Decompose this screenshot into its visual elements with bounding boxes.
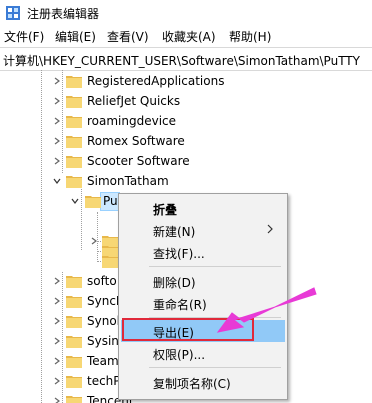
folder-icon <box>66 396 82 403</box>
folder-icon <box>66 276 82 288</box>
tree-node-label[interactable]: techP <box>87 374 121 388</box>
folder-icon <box>66 96 82 108</box>
context-item-label: 查找(F)... <box>153 247 205 261</box>
folder-icon <box>66 376 82 388</box>
chevron-right-icon[interactable] <box>53 317 61 325</box>
menu-separator <box>149 367 281 368</box>
tree-connector <box>81 182 82 250</box>
folder-icon <box>85 196 101 208</box>
tree-node-label[interactable]: Synol <box>87 314 120 328</box>
context-permissions[interactable]: 权限(P)... <box>121 342 285 364</box>
regedit-icon <box>6 6 20 20</box>
menu-view[interactable]: 查看(V) <box>107 28 149 45</box>
folder-icon <box>66 356 82 368</box>
context-delete[interactable]: 删除(D) <box>121 270 285 292</box>
chevron-right-icon[interactable] <box>53 357 61 365</box>
menu-edit[interactable]: 编辑(E) <box>55 28 96 45</box>
tree-node-label-selected[interactable]: Pu <box>103 194 118 208</box>
folder-icon <box>66 316 82 328</box>
context-rename[interactable]: 重命名(R) <box>121 292 285 314</box>
address-path[interactable]: 计算机\HKEY_CURRENT_USER\Software\SimonTath… <box>3 52 360 69</box>
chevron-right-icon[interactable] <box>53 97 61 105</box>
context-find[interactable]: 查找(F)... <box>121 241 285 263</box>
chevron-right-icon[interactable] <box>53 137 61 145</box>
chevron-down-icon[interactable] <box>53 177 61 185</box>
tree-node-label[interactable]: Romex Software <box>87 134 185 148</box>
chevron-right-icon[interactable] <box>53 77 61 85</box>
folder-icon <box>66 176 82 188</box>
menu-separator <box>149 266 281 267</box>
context-menu: 折叠 新建(N) 查找(F)... 删除(D) 重命名(R) 导出(E) 权限(… <box>118 193 288 400</box>
context-item-label: 删除(D) <box>153 276 196 290</box>
tree-node-label[interactable]: softo <box>87 274 117 288</box>
folder-icon <box>66 296 82 308</box>
menu-favorites[interactable]: 收藏夹(A) <box>162 28 216 45</box>
context-copy-key-name[interactable]: 复制项名称(C) <box>121 371 285 393</box>
window-title: 注册表编辑器 <box>27 7 100 21</box>
tree-node-label[interactable]: ReliefJet Quicks <box>87 94 180 108</box>
title-bar: 注册表编辑器 <box>0 0 372 26</box>
context-item-label: 新建(N) <box>153 225 196 239</box>
chevron-down-icon[interactable] <box>71 197 79 205</box>
tree-node-label[interactable]: Sysin <box>87 334 119 348</box>
folder-icon <box>66 116 82 128</box>
context-new[interactable]: 新建(N) <box>121 219 285 241</box>
tree-node-label[interactable]: Team <box>87 354 119 368</box>
chevron-right-icon[interactable] <box>53 157 61 165</box>
context-item-label: 折叠 <box>153 203 178 217</box>
highlight-box <box>122 318 254 341</box>
chevron-right-icon[interactable] <box>53 297 61 305</box>
address-bar[interactable]: 计算机\HKEY_CURRENT_USER\Software\SimonTath… <box>0 47 372 71</box>
tree-node-label[interactable]: roamingdevice <box>87 114 176 128</box>
chevron-right-icon[interactable] <box>53 277 61 285</box>
tree-connector <box>41 70 42 403</box>
menu-file[interactable]: 文件(F) <box>4 28 44 45</box>
tree-connector <box>62 70 63 173</box>
context-item-label: 复制项名称(C) <box>153 377 231 391</box>
tree-node-label[interactable]: Scooter Software <box>87 154 190 168</box>
folder-icon <box>66 336 82 348</box>
chevron-right-icon[interactable] <box>53 377 61 385</box>
tree-node-label[interactable]: RegisteredApplications <box>87 74 224 88</box>
chevron-right-icon[interactable] <box>53 397 61 403</box>
context-item-label: 重命名(R) <box>153 298 207 312</box>
chevron-right-icon[interactable] <box>53 117 61 125</box>
tree-node-label[interactable]: SimonTatham <box>87 174 169 188</box>
context-collapse[interactable]: 折叠 <box>121 197 285 219</box>
folder-icon <box>66 76 82 88</box>
folder-icon <box>66 136 82 148</box>
chevron-right-icon[interactable] <box>53 337 61 345</box>
tree-connector <box>62 272 63 403</box>
folder-icon <box>66 156 82 168</box>
context-item-label: 权限(P)... <box>153 348 206 362</box>
menu-bar: 文件(F) 编辑(E) 查看(V) 收藏夹(A) 帮助(H) <box>0 26 372 46</box>
chevron-right-icon <box>267 224 273 234</box>
menu-help[interactable]: 帮助(H) <box>229 28 271 45</box>
folder-icon <box>102 256 118 268</box>
